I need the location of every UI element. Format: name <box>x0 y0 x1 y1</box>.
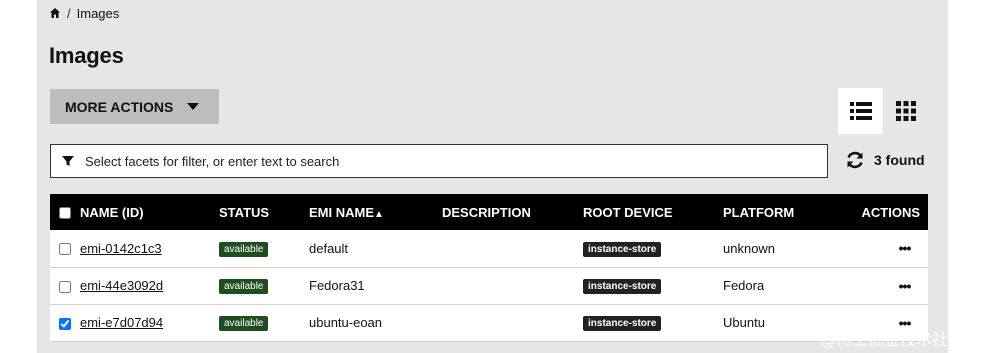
more-actions-label: MORE ACTIONS <box>65 98 174 115</box>
images-table: NAME (ID) STATUS EMI NAME▲ DESCRIPTION R… <box>50 194 928 342</box>
more-actions-button[interactable]: MORE ACTIONS <box>50 89 219 124</box>
root-device-cell: instance-store <box>583 230 723 267</box>
select-all-cell <box>50 194 80 230</box>
emi-name-cell: default <box>309 240 349 256</box>
select-all-checkbox[interactable] <box>59 207 71 220</box>
status-cell: available <box>219 267 309 304</box>
list-view-icon <box>849 102 872 120</box>
page-title: Images <box>49 43 124 68</box>
emi-name-cell: ubuntu-eoan <box>309 315 383 330</box>
column-header-name[interactable]: NAME (ID) <box>80 194 219 230</box>
breadcrumb-current: Images <box>76 5 120 21</box>
status-badge: available <box>219 241 269 257</box>
table-row[interactable]: emi-0142c1c3 available default instance-… <box>50 230 928 267</box>
root-device-cell: instance-store <box>583 304 723 341</box>
status-badge: available <box>219 316 269 331</box>
breadcrumb-separator: / <box>67 5 71 21</box>
status-cell: available <box>219 304 309 341</box>
description-cell <box>442 304 583 341</box>
description-cell <box>442 267 583 304</box>
column-header-emi-name-label: EMI NAME <box>309 204 374 220</box>
platform-cell: unknown <box>723 240 776 256</box>
status-badge: available <box>219 279 269 294</box>
row-checkbox[interactable] <box>59 243 71 256</box>
search-input[interactable] <box>85 153 827 169</box>
table-header-row: NAME (ID) STATUS EMI NAME▲ DESCRIPTION R… <box>50 194 928 230</box>
platform-cell: Fedora <box>723 278 765 293</box>
row-select-cell <box>50 230 80 267</box>
column-header-actions: ACTIONS <box>861 204 921 220</box>
actions-cell: ••• <box>843 230 928 267</box>
image-id-link[interactable]: emi-e7d07d94 <box>80 315 163 330</box>
list-view-button[interactable] <box>838 88 883 134</box>
root-device-badge: instance-store <box>583 241 662 257</box>
column-header-status[interactable]: STATUS <box>219 194 309 230</box>
image-id-cell: emi-e7d07d94 <box>80 304 219 341</box>
grid-view-button[interactable] <box>885 88 927 134</box>
search-box <box>50 144 828 178</box>
description-cell <box>442 230 583 267</box>
caret-down-icon <box>187 103 200 110</box>
image-id-cell: emi-0142c1c3 <box>80 230 219 267</box>
column-header-emi-name[interactable]: EMI NAME▲ <box>309 194 442 230</box>
row-select-cell <box>50 304 80 341</box>
home-icon[interactable] <box>49 7 61 19</box>
breadcrumb: / Images <box>49 5 119 21</box>
table-row[interactable]: emi-e7d07d94 available ubuntu-eoan insta… <box>50 304 928 341</box>
emi-name-cell: Fedora31 <box>309 278 365 293</box>
root-device-badge: instance-store <box>583 279 662 294</box>
column-header-description[interactable]: DESCRIPTION <box>442 194 583 230</box>
image-id-link[interactable]: emi-44e3092d <box>80 278 163 293</box>
column-header-root-device[interactable]: ROOT DEVICE <box>583 194 723 230</box>
root-device-badge: instance-store <box>583 316 662 331</box>
filter-icon <box>61 154 75 168</box>
grid-view-icon <box>896 101 916 121</box>
watermark: @稀土掘金技术社区 <box>820 330 965 349</box>
refresh-icon[interactable] <box>844 149 866 171</box>
row-checkbox[interactable] <box>59 280 71 293</box>
row-select-cell <box>50 267 80 304</box>
row-checkbox[interactable] <box>59 317 71 330</box>
results-count: 3 found <box>874 152 925 168</box>
image-id-link[interactable]: emi-0142c1c3 <box>80 241 162 256</box>
status-cell: available <box>219 230 309 267</box>
sort-ascending-icon: ▲ <box>374 208 384 220</box>
column-header-platform[interactable]: PLATFORM <box>723 194 843 230</box>
row-actions-menu-icon[interactable]: ••• <box>899 240 912 256</box>
root-device-cell: instance-store <box>583 267 723 304</box>
image-id-cell: emi-44e3092d <box>80 267 219 304</box>
table-row[interactable]: emi-44e3092d available Fedora31 instance… <box>50 267 928 304</box>
row-actions-menu-icon[interactable]: ••• <box>899 278 912 294</box>
actions-cell: ••• <box>843 267 928 304</box>
